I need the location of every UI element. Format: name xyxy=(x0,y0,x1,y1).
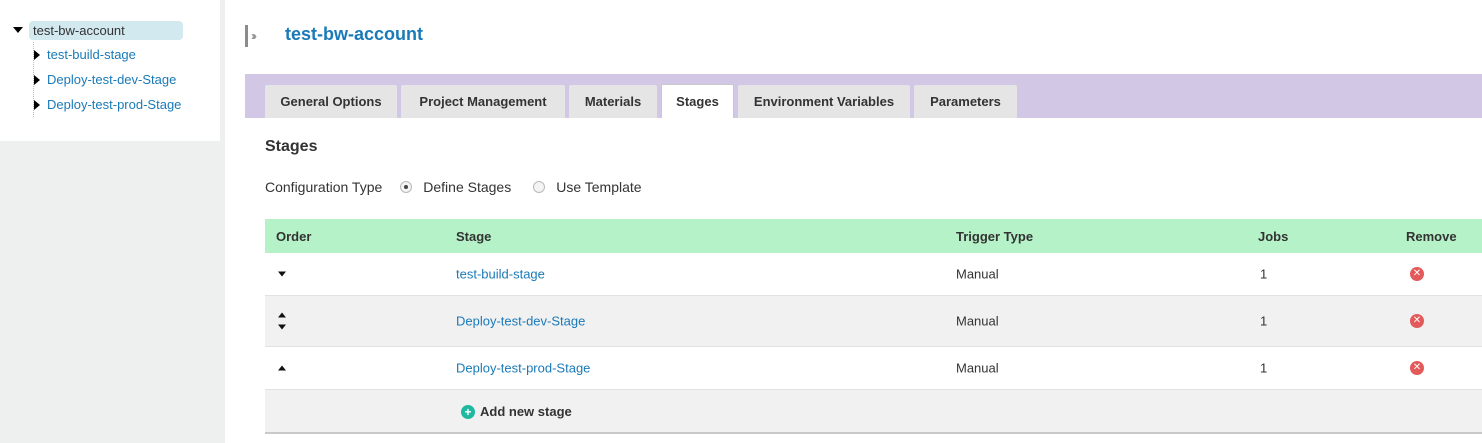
tree-item-stage[interactable]: Deploy-test-dev-Stage xyxy=(34,67,203,92)
expand-caret-icon[interactable] xyxy=(34,49,40,60)
tab-parameters[interactable]: Parameters xyxy=(914,85,1017,118)
stage-name-link[interactable]: Deploy-test-dev-Stage xyxy=(456,314,585,329)
add-stage-row: + Add new stage xyxy=(265,390,1482,434)
tree-item-stage[interactable]: test-build-stage xyxy=(34,42,203,67)
plus-circle-icon: + xyxy=(461,404,475,419)
trigger-type-cell: Manual xyxy=(956,266,999,282)
collapse-caret-icon[interactable] xyxy=(13,27,23,33)
remove-icon[interactable]: ✕ xyxy=(1410,361,1424,375)
header-stage: Stage xyxy=(456,228,492,244)
stage-name-link[interactable]: test-build-stage xyxy=(456,267,545,282)
jobs-count-cell: 1 xyxy=(1260,266,1268,282)
pipeline-tree-sidebar: test-bw-account test-build-stage Deploy-… xyxy=(0,0,220,141)
table-header: Order Stage Trigger Type Jobs Remove xyxy=(265,219,1482,253)
tab-general-options[interactable]: General Options xyxy=(265,85,397,118)
header-jobs: Jobs xyxy=(1258,228,1289,244)
tree-item-link[interactable]: test-build-stage xyxy=(47,47,136,62)
header-order: Order xyxy=(276,228,312,244)
define-stages-label[interactable]: Define Stages xyxy=(423,179,511,195)
table-row: test-build-stage Manual 1 ✕ xyxy=(265,253,1482,296)
tree-root-label[interactable]: test-bw-account xyxy=(29,20,183,40)
jobs-count-cell: 1 xyxy=(1260,313,1268,329)
tree-item-link[interactable]: Deploy-test-prod-Stage xyxy=(47,97,181,112)
move-up-icon[interactable] xyxy=(278,365,286,371)
page-title: test-bw-account xyxy=(285,24,424,44)
stage-name-link[interactable]: Deploy-test-prod-Stage xyxy=(456,361,590,376)
tab-project-management[interactable]: Project Management xyxy=(401,85,565,118)
stages-table: Order Stage Trigger Type Jobs Remove tes… xyxy=(265,219,1482,434)
tree-item-link[interactable]: Deploy-test-dev-Stage xyxy=(47,72,176,87)
move-down-icon[interactable] xyxy=(278,324,286,330)
trigger-type-cell: Manual xyxy=(956,360,999,376)
tab-stages[interactable]: Stages xyxy=(661,84,734,118)
move-up-icon[interactable] xyxy=(278,312,286,318)
add-new-stage-button[interactable]: + Add new stage xyxy=(461,404,572,419)
jobs-count-cell: 1 xyxy=(1260,360,1268,376)
table-row: Deploy-test-dev-Stage Manual 1 ✕ xyxy=(265,296,1482,347)
use-template-label[interactable]: Use Template xyxy=(556,179,641,195)
tab-environment-variables[interactable]: Environment Variables xyxy=(738,85,910,118)
expand-caret-icon[interactable] xyxy=(34,99,40,110)
section-title: Stages xyxy=(265,138,318,155)
tab-materials[interactable]: Materials xyxy=(569,85,657,118)
order-controls xyxy=(278,271,286,277)
tree-item-stage[interactable]: Deploy-test-prod-Stage xyxy=(34,92,203,117)
expand-caret-icon[interactable] xyxy=(34,74,40,85)
header-remove: Remove xyxy=(1406,228,1457,244)
remove-icon[interactable]: ✕ xyxy=(1410,267,1424,281)
move-down-icon[interactable] xyxy=(278,271,286,277)
order-controls xyxy=(278,312,286,330)
tree-root-node[interactable]: test-bw-account xyxy=(10,20,183,40)
table-row: Deploy-test-prod-Stage Manual 1 ✕ xyxy=(265,347,1482,390)
settings-tab-bar: General Options Project Management Mater… xyxy=(245,74,1482,118)
pipeline-settings-panel: ››› test-bw-account General Options Proj… xyxy=(225,0,1482,443)
use-template-radio[interactable] xyxy=(533,181,546,193)
header-trigger-type: Trigger Type xyxy=(956,228,1034,244)
tree-children: test-build-stage Deploy-test-dev-Stage D… xyxy=(33,42,203,117)
trigger-type-cell: Manual xyxy=(956,313,999,329)
configuration-type-label: Configuration Type xyxy=(265,179,383,195)
add-new-stage-label[interactable]: Add new stage xyxy=(480,404,572,419)
configuration-type-row: Configuration Type Define Stages Use Tem… xyxy=(265,178,664,196)
order-controls xyxy=(278,365,286,371)
remove-icon[interactable]: ✕ xyxy=(1410,314,1424,328)
pipeline-icon: ››› xyxy=(245,25,271,47)
define-stages-radio[interactable] xyxy=(400,181,413,193)
